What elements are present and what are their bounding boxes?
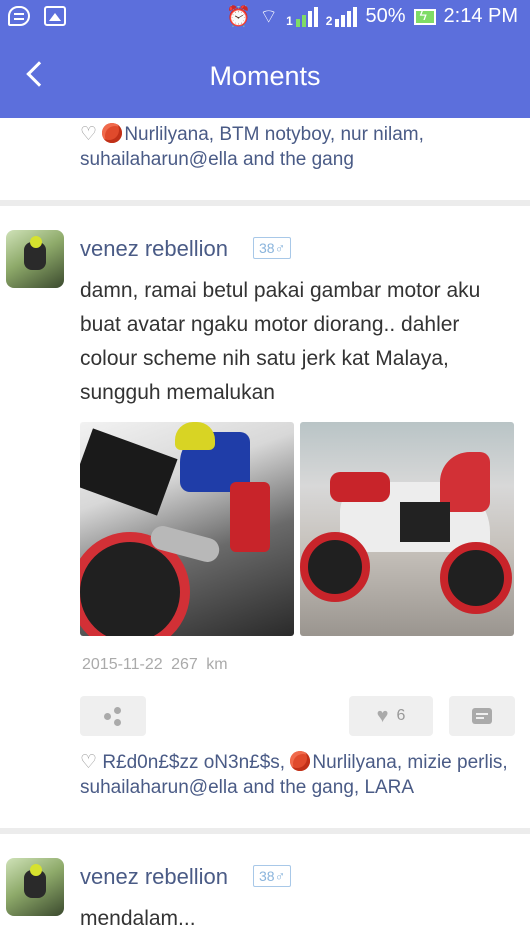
rider-helmet [175,422,215,450]
likes-list: ♡ R£d0n£$zz oN3n£$s, Nurlilyana, mizie p… [80,750,520,800]
bike-seat [80,428,178,516]
like-button[interactable]: ♥ 6 [349,696,433,736]
username[interactable]: venez rebellion [80,864,228,890]
alarm-icon: ⏰ [226,6,252,28]
age-gender-badge: 38♂ [253,237,292,259]
post-text: mendalam... [80,907,196,930]
share-icon [104,707,122,726]
post-meta: 2015-11-22 267 km [82,656,228,674]
bike-engine [400,502,450,542]
comment-button[interactable] [449,696,515,736]
bike-wheel [300,532,370,602]
likes-names[interactable]: R£d0n£$zz oN3n£$s, [102,752,285,773]
clock: 2:14 PM [443,5,518,27]
wifi-icon: ⌔ [259,6,279,28]
rose-icon [290,751,311,771]
bike-tail [330,472,390,502]
heart-outline-icon: ♡ [80,752,98,773]
signal-sim1-icon: 1 [286,6,318,27]
heart-outline-icon: ♡ [80,124,98,145]
likes-list: ♡ Nurlilyana, BTM notyboy, nur nilam, su… [80,122,520,172]
post-photo-2[interactable] [300,422,514,636]
comment-icon [472,708,492,724]
image-notification-icon [44,6,66,26]
status-bar: ⏰ ⌔ 1 2 50% 2:14 PM [0,0,530,34]
username[interactable]: venez rebellion [80,236,228,262]
divider [0,828,530,834]
chat-notification-icon [8,6,30,26]
age-gender-badge: 38♂ [253,865,292,887]
signal-sim2-icon: 2 [326,6,358,27]
post-distance: 267 km [171,656,228,673]
page-title: Moments [209,61,321,91]
bike-frame [230,482,270,552]
app-bar: Moments [0,34,530,118]
post-text: damn, ramai betul pakai gambar motor aku… [80,279,481,404]
heart-icon: ♥ [376,704,389,727]
post-date: 2015-11-22 [82,656,163,673]
share-button[interactable] [80,696,146,736]
avatar[interactable] [6,858,64,916]
avatar[interactable] [6,230,64,288]
like-count: 6 [396,707,406,724]
rose-icon [102,123,123,143]
battery-charging-icon [413,7,436,25]
likes-names[interactable]: Nurlilyana, BTM notyboy, nur nilam, suha… [80,124,424,170]
divider [0,200,530,206]
battery-percent: 50% [365,5,406,27]
bike-wheel [440,542,512,614]
post-photo-1[interactable] [80,422,294,636]
